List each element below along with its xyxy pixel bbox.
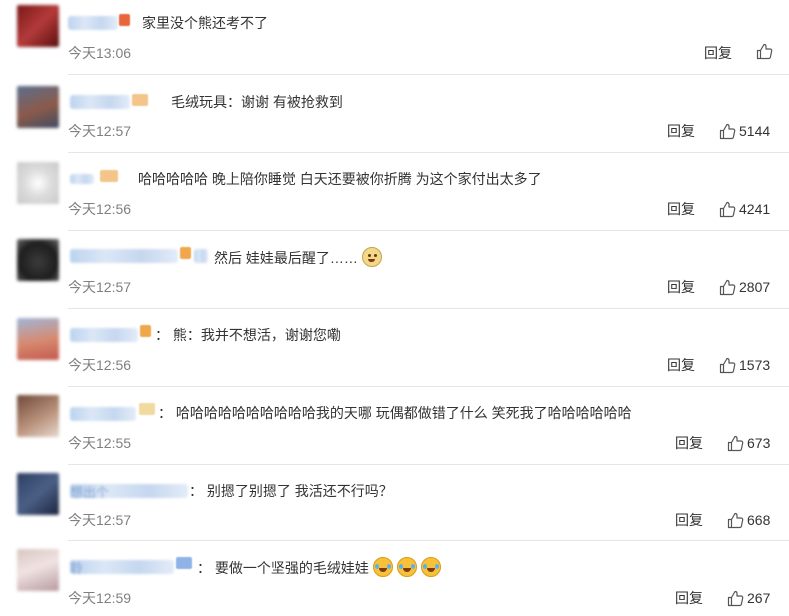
comment-time: 今天12:56 bbox=[68, 357, 132, 373]
comment-item: 想出个 ： 别摁了别摁了 我活还不行吗？ 今天12:57 回复 668 bbox=[0, 465, 789, 541]
reply-button[interactable]: 回复 bbox=[667, 356, 695, 374]
comment-text: ： 要做一个坚强的毛绒娃娃 bbox=[197, 557, 441, 577]
thumbs-up-icon bbox=[727, 512, 744, 528]
comment-item: 家里没个熊还考不了 今天13:06 回复 bbox=[0, 0, 789, 75]
vip-badge-icon bbox=[139, 403, 155, 415]
vip-badge-icon bbox=[119, 14, 130, 26]
vip-badge-icon bbox=[132, 94, 148, 106]
comment-text: 家里没个熊还考不了 bbox=[142, 15, 268, 31]
reply-button[interactable]: 回复 bbox=[675, 589, 703, 607]
username[interactable] bbox=[70, 249, 178, 263]
comment-text: 毛绒玩具：谢谢 有被抢救到 bbox=[171, 94, 343, 110]
like-button[interactable] bbox=[756, 43, 773, 60]
like-button[interactable]: 267 bbox=[727, 589, 770, 607]
comment-time: 今天12:57 bbox=[68, 512, 132, 528]
comment-time: 今天13:06 bbox=[68, 45, 132, 61]
vip-badge-icon bbox=[180, 247, 191, 259]
laughing-tears-emoji-icon bbox=[396, 557, 417, 577]
comment-time: 今天12:59 bbox=[68, 590, 132, 606]
username-fragment: 想出个 bbox=[70, 485, 110, 500]
comment-text: 然后 娃娃最后醒了…… bbox=[214, 247, 382, 267]
reply-button[interactable]: 回复 bbox=[675, 511, 703, 529]
vip-badge-icon bbox=[140, 325, 151, 337]
like-count: 668 bbox=[747, 512, 771, 528]
reply-button[interactable]: 回复 bbox=[667, 200, 695, 218]
comment-time: 今天12:55 bbox=[68, 435, 132, 451]
laughing-tears-emoji-icon bbox=[372, 557, 393, 577]
reply-button[interactable]: 回复 bbox=[667, 278, 695, 296]
like-button[interactable]: 5144 bbox=[719, 122, 770, 140]
like-button[interactable]: 4241 bbox=[719, 200, 770, 218]
like-count: 1573 bbox=[739, 357, 771, 373]
doge-emoji-icon bbox=[361, 247, 382, 267]
username[interactable] bbox=[70, 407, 136, 421]
thumbs-up-icon bbox=[756, 43, 773, 60]
laughing-tears-emoji-icon bbox=[420, 557, 441, 577]
comment-time: 今天12:57 bbox=[68, 123, 132, 139]
like-count: 4241 bbox=[739, 201, 771, 217]
comment-item: 然后 娃娃最后醒了…… 今天12:57 回复 2807 bbox=[0, 231, 789, 309]
vip-badge-icon bbox=[100, 170, 118, 182]
username[interactable]: 聆 bbox=[70, 560, 174, 576]
reply-button[interactable]: 回复 bbox=[667, 122, 695, 140]
like-count: 5144 bbox=[739, 123, 771, 139]
comment-item: 聆 ： 要做一个坚强的毛绒娃娃 今天12:59 回复 267 bbox=[0, 541, 789, 616]
like-count: 2807 bbox=[739, 279, 771, 295]
avatar[interactable] bbox=[17, 239, 59, 281]
comment-item: ： 哈哈哈哈哈哈哈哈哈哈我的天哪 玩偶都做错了什么 笑死我了哈哈哈哈哈哈 今天1… bbox=[0, 387, 789, 465]
comment-item: 毛绒玩具：谢谢 有被抢救到 今天12:57 回复 5144 bbox=[0, 75, 789, 153]
avatar[interactable] bbox=[17, 162, 59, 204]
comment-list: 家里没个熊还考不了 今天13:06 回复 毛绒玩具：谢谢 有被抢救到 今天12:… bbox=[0, 0, 789, 616]
comment-time: 今天12:57 bbox=[68, 279, 132, 295]
avatar[interactable] bbox=[17, 5, 59, 47]
avatar[interactable] bbox=[17, 86, 59, 128]
thumbs-up-icon bbox=[727, 435, 744, 451]
vip-badge-icon bbox=[176, 557, 192, 569]
username[interactable] bbox=[70, 328, 138, 342]
reply-button[interactable]: 回复 bbox=[675, 434, 703, 452]
username-suffix bbox=[194, 249, 208, 263]
comment-item: ： 熊：我并不想活，谢谢您嘞 今天12:56 回复 1573 bbox=[0, 309, 789, 387]
thumbs-up-icon bbox=[719, 357, 736, 373]
like-button[interactable]: 668 bbox=[727, 511, 770, 529]
username[interactable] bbox=[70, 174, 94, 184]
thumbs-up-icon bbox=[719, 279, 736, 295]
like-count: 673 bbox=[747, 435, 771, 451]
comment-time: 今天12:56 bbox=[68, 201, 132, 217]
avatar[interactable] bbox=[17, 473, 59, 515]
like-button[interactable]: 673 bbox=[727, 434, 770, 452]
avatar[interactable] bbox=[17, 318, 59, 360]
comment-text: ： 哈哈哈哈哈哈哈哈哈哈我的天哪 玩偶都做错了什么 笑死我了哈哈哈哈哈哈 bbox=[158, 405, 632, 421]
like-button[interactable]: 2807 bbox=[719, 278, 770, 296]
thumbs-up-icon bbox=[719, 123, 736, 139]
avatar[interactable] bbox=[17, 395, 59, 437]
thumbs-up-icon bbox=[719, 201, 736, 217]
username[interactable] bbox=[68, 16, 118, 30]
thumbs-up-icon bbox=[727, 590, 744, 606]
username[interactable] bbox=[70, 95, 130, 109]
comment-text: ： 熊：我并不想活，谢谢您嘞 bbox=[155, 327, 341, 343]
like-button[interactable]: 1573 bbox=[719, 356, 770, 374]
username[interactable]: 想出个 bbox=[70, 484, 188, 500]
username-fragment: 聆 bbox=[70, 561, 84, 576]
comment-text: ： 别摁了别摁了 我活还不行吗？ bbox=[189, 483, 393, 499]
reply-button[interactable]: 回复 bbox=[704, 44, 732, 62]
comment-text: 哈哈哈哈哈 晚上陪你睡觉 白天还要被你折腾 为这个家付出太多了 bbox=[138, 171, 542, 187]
avatar[interactable] bbox=[17, 549, 59, 591]
like-count: 267 bbox=[747, 590, 771, 606]
comment-item: 哈哈哈哈哈 晚上陪你睡觉 白天还要被你折腾 为这个家付出太多了 今天12:56 … bbox=[0, 153, 789, 231]
